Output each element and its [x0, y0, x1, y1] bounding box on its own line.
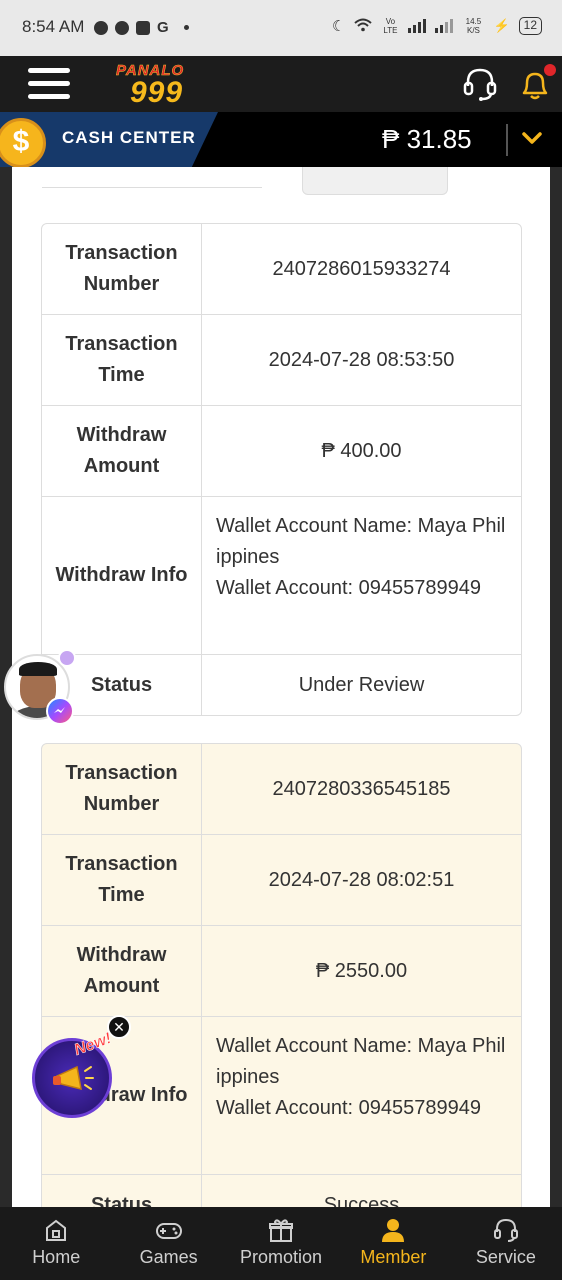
transaction-number: 2407280336545185: [272, 777, 451, 800]
status-value: Success: [323, 1193, 400, 1208]
transaction-time: 2024-07-28 08:53:50: [268, 348, 455, 371]
chevron-down-icon[interactable]: [520, 128, 544, 148]
wallet-account-name: Wallet Account Name: Maya Philippines: [216, 515, 506, 568]
bottom-navigation: Home Games Promotion Member Service: [0, 1207, 562, 1280]
withdraw-amount: ₱ 400.00: [321, 439, 402, 462]
table-row: Status Under Review: [42, 655, 521, 715]
more-notifications-icon: [183, 25, 189, 30]
nav-label: Service: [475, 1247, 536, 1267]
messenger-icon[interactable]: [46, 697, 74, 725]
search-button[interactable]: [302, 167, 448, 195]
coin-icon: $: [0, 118, 46, 167]
withdraw-info-label: Withdraw Info: [42, 497, 202, 654]
wallet-account-number: Wallet Account: 09455789949: [216, 1097, 482, 1119]
transaction-time: 2024-07-28 08:02:51: [268, 868, 455, 891]
headset-icon[interactable]: [462, 66, 498, 102]
table-row: Withdraw Info Wallet Account Name: Maya …: [42, 497, 521, 655]
table-row: Withdraw Info Wallet Account Name: Maya …: [42, 1017, 521, 1175]
nav-label: Games: [139, 1247, 198, 1267]
game-notification-icon: [115, 20, 129, 35]
status-time: 8:54 AM: [22, 17, 85, 36]
app-header: PANALO 999: [0, 56, 562, 112]
date-filter-underline: [42, 187, 262, 188]
withdraw-info: Wallet Account Name: Maya Philippines Wa…: [202, 1017, 521, 1174]
avatar-hair: [19, 662, 57, 676]
nav-home[interactable]: Home: [0, 1207, 112, 1280]
wifi-icon: [354, 18, 373, 35]
google-notification-icon: G: [157, 19, 169, 36]
nav-label: Promotion: [239, 1247, 323, 1267]
withdraw-amount-label: Withdraw Amount: [42, 926, 202, 1016]
moon-icon: ☾: [332, 18, 346, 35]
cash-center-bar: $ CASH CENTER ₱ 31.85: [0, 112, 562, 167]
home-icon: [46, 1219, 67, 1241]
panalo-999-logo[interactable]: PANALO 999: [112, 60, 212, 110]
charging-icon: ⚡: [493, 18, 510, 33]
gamepad-icon: [155, 1223, 182, 1239]
table-row: Status Success: [42, 1175, 521, 1207]
status-bar: 8:54 AM G ☾ Vo LTE 14.5 K/S ⚡ 12: [0, 0, 562, 56]
transaction-number-label: Transaction Number: [42, 224, 202, 314]
close-icon[interactable]: ✕: [107, 1015, 131, 1039]
withdraw-amount: ₱ 2550.00: [315, 959, 408, 982]
notification-icons: G: [94, 19, 189, 36]
nav-promotion[interactable]: Promotion: [225, 1207, 337, 1280]
status-value: Under Review: [298, 673, 425, 696]
megaphone-icon: [53, 1065, 94, 1091]
headset-icon: [493, 1218, 518, 1242]
notification-dot: [544, 64, 556, 76]
volte-indicator: Vo LTE: [383, 17, 398, 35]
nav-service[interactable]: Service: [450, 1207, 562, 1280]
nav-label: Home: [32, 1247, 81, 1267]
battery-icon: 12: [518, 17, 542, 35]
nav-games[interactable]: Games: [112, 1207, 224, 1280]
gift-icon: [269, 1219, 294, 1242]
table-row: Withdraw Amount ₱ 400.00: [42, 406, 521, 497]
online-status-dot: [58, 649, 76, 667]
status-label: Status: [42, 1175, 202, 1207]
signal-icon: [408, 19, 427, 33]
divider: [506, 124, 508, 156]
network-speed: 14.5 K/S: [465, 17, 482, 35]
system-icons: ☾ Vo LTE 14.5 K/S ⚡ 12: [332, 17, 542, 35]
nav-label: Member: [360, 1247, 427, 1267]
withdraw-record: Transaction Number 2407286015933274 Tran…: [41, 223, 522, 716]
signal-icon-2: [435, 19, 454, 33]
withdraw-info: Wallet Account Name: Maya Philippines Wa…: [202, 497, 521, 654]
transaction-time-label: Transaction Time: [42, 835, 202, 925]
table-row: Withdraw Amount ₱ 2550.00: [42, 926, 521, 1017]
member-icon: [382, 1219, 405, 1242]
table-row: Transaction Time 2024-07-28 08:02:51: [42, 835, 521, 926]
wallet-balance: ₱ 31.85: [382, 124, 472, 154]
transaction-number-label: Transaction Number: [42, 744, 202, 834]
withdraw-record: Transaction Number 2407280336545185 Tran…: [41, 743, 522, 1207]
table-row: Transaction Number 2407280336545185: [42, 744, 521, 835]
app-notification-icon: [136, 20, 150, 35]
cash-center-label: CASH CENTER: [62, 128, 196, 147]
wallet-account-number: Wallet Account: 09455789949: [216, 577, 482, 599]
table-row: Transaction Time 2024-07-28 08:53:50: [42, 315, 521, 406]
nav-member[interactable]: Member: [337, 1207, 449, 1280]
transaction-time-label: Transaction Time: [42, 315, 202, 405]
wallet-account-name: Wallet Account Name: Maya Philippines: [216, 1035, 506, 1088]
messenger-notification-icon: [94, 20, 108, 35]
menu-icon[interactable]: [28, 68, 70, 102]
table-row: Transaction Number 2407286015933274: [42, 224, 521, 315]
withdraw-amount-label: Withdraw Amount: [42, 406, 202, 496]
logo-text-number: 999: [130, 76, 184, 109]
transaction-number: 2407286015933274: [272, 257, 451, 280]
